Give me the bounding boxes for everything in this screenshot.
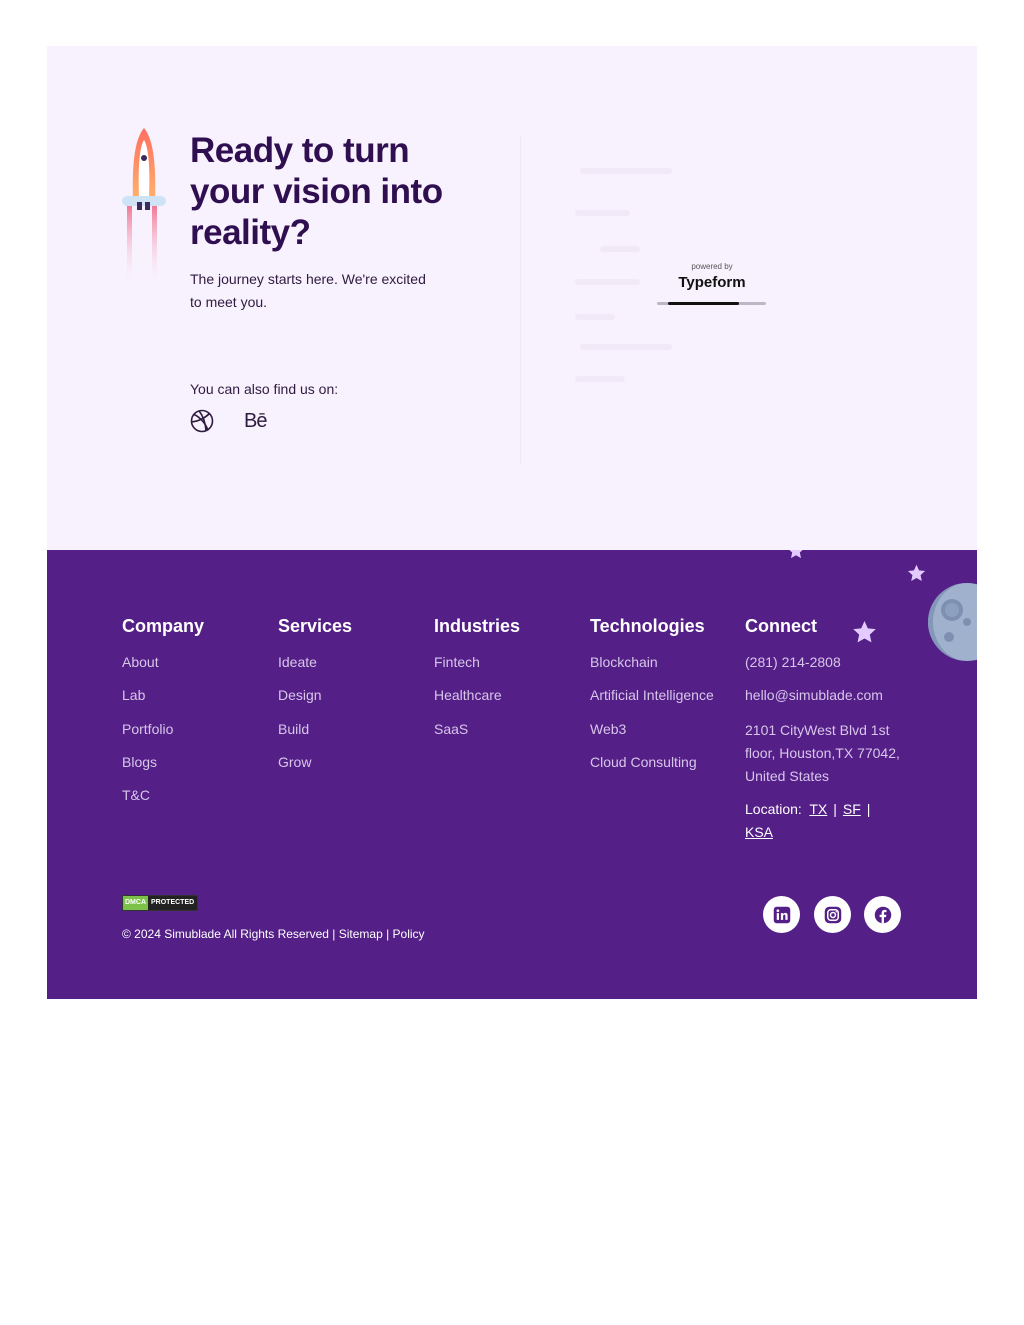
footer-link-tc[interactable]: T&C xyxy=(122,785,204,805)
footer-link-blogs[interactable]: Blogs xyxy=(122,752,204,772)
email-link[interactable]: hello@simublade.com xyxy=(745,685,905,705)
find-us-label: You can also find us on: xyxy=(190,381,339,397)
footer-column-industries: Industries Fintech Healthcare SaaS xyxy=(434,616,520,752)
moon-icon xyxy=(928,583,977,661)
footer-link-blockchain[interactable]: Blockchain xyxy=(590,652,714,672)
form-placeholder-line xyxy=(575,376,625,382)
linkedin-icon xyxy=(773,906,790,923)
footer-link-grow[interactable]: Grow xyxy=(278,752,352,772)
star-icon xyxy=(789,550,803,559)
linkedin-button[interactable] xyxy=(763,896,800,933)
star-icon xyxy=(907,564,926,582)
typeform-embed[interactable] xyxy=(520,135,900,465)
cta-subtitle: The journey starts here. We're excited t… xyxy=(190,271,426,310)
footer-link-ideate[interactable]: Ideate xyxy=(278,652,352,672)
dmca-badge-left: DMCA xyxy=(123,896,148,910)
footer-column-technologies: Technologies Blockchain Artificial Intel… xyxy=(590,616,714,785)
column-heading: Technologies xyxy=(590,616,705,636)
location-label: Location: xyxy=(745,800,802,817)
form-placeholder-line xyxy=(575,279,640,285)
typeform-loading-bar xyxy=(657,302,766,305)
dribbble-icon[interactable] xyxy=(190,409,214,433)
typeform-logo: Typeform xyxy=(678,274,746,291)
form-placeholder-line xyxy=(580,168,672,174)
dmca-badge-right: PROTECTED xyxy=(148,896,198,910)
form-placeholder-line xyxy=(600,246,640,252)
footer-link-healthcare[interactable]: Healthcare xyxy=(434,685,520,705)
behance-icon[interactable]: Bē xyxy=(244,409,267,433)
location-links: Location: TX | SF | KSA xyxy=(745,800,871,840)
footer-link-fintech[interactable]: Fintech xyxy=(434,652,520,672)
cta-title: Ready to turn your vision into reality? xyxy=(190,131,443,252)
form-placeholder-line xyxy=(580,344,672,350)
instagram-icon xyxy=(824,906,841,923)
address: 2101 CityWest Blvd 1st floor, Houston,TX… xyxy=(745,721,900,784)
phone-link[interactable]: (281) 214-2808 xyxy=(745,652,905,672)
site-footer: Company About Lab Portfolio Blogs T&C Se… xyxy=(47,550,977,999)
footer-link-cloud-consulting[interactable]: Cloud Consulting xyxy=(590,752,714,772)
footer-column-services: Services Ideate Design Build Grow xyxy=(278,616,352,785)
footer-link-about[interactable]: About xyxy=(122,652,204,672)
copyright-text: © 2024 Simublade All Rights Reserved | S… xyxy=(122,927,425,941)
form-placeholder-line xyxy=(575,210,630,216)
column-heading: Company xyxy=(122,616,205,636)
column-heading: Services xyxy=(278,616,353,636)
location-link-sf[interactable]: SF xyxy=(843,801,861,817)
location-link-tx[interactable]: TX xyxy=(809,801,827,817)
footer-link-portfolio[interactable]: Portfolio xyxy=(122,719,204,739)
footer-link-web3[interactable]: Web3 xyxy=(590,719,714,739)
dmca-badge[interactable]: DMCA PROTECTED xyxy=(122,895,199,911)
footer-link-lab[interactable]: Lab xyxy=(122,685,204,705)
location-link-ksa[interactable]: KSA xyxy=(745,824,773,840)
footer-link-build[interactable]: Build xyxy=(278,719,352,739)
facebook-icon xyxy=(874,906,891,923)
footer-link-design[interactable]: Design xyxy=(278,685,352,705)
footer-column-connect: Connect (281) 214-2808 hello@simublade.c… xyxy=(745,616,905,844)
column-heading: Connect xyxy=(745,616,817,636)
form-placeholder-line xyxy=(575,314,615,320)
footer-link-ai[interactable]: Artificial Intelligence xyxy=(590,685,714,705)
typeform-powered-by: powered by xyxy=(691,262,733,271)
footer-column-company: Company About Lab Portfolio Blogs T&C xyxy=(122,616,204,818)
facebook-button[interactable] xyxy=(864,896,901,933)
rocket-icon xyxy=(122,128,166,286)
footer-link-saas[interactable]: SaaS xyxy=(434,719,520,739)
instagram-button[interactable] xyxy=(814,896,851,933)
cta-social-links: Bē xyxy=(190,409,267,433)
column-heading: Industries xyxy=(434,616,521,636)
typeform-loading-fill xyxy=(668,302,739,305)
